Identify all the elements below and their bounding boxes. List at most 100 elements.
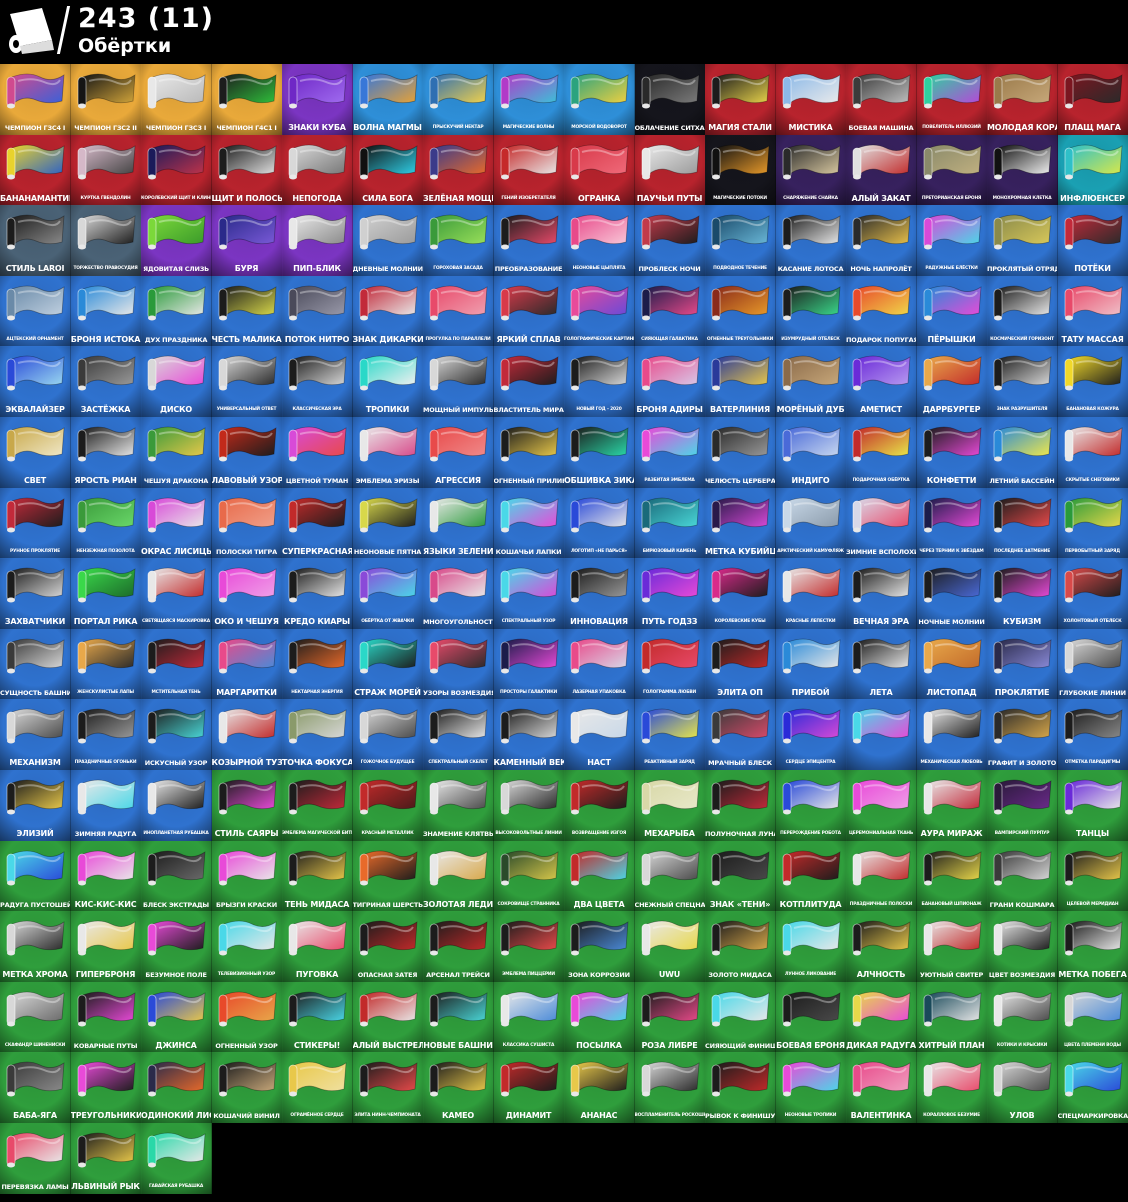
wrap-tile[interactable]: МОНОХРОМНАЯ КЛЕТКА bbox=[987, 134, 1058, 206]
wrap-tile[interactable] bbox=[846, 699, 917, 771]
wrap-tile[interactable]: МЕХАНИЧЕСКАЯ ЛЮБОВЬ bbox=[916, 699, 988, 771]
wrap-tile[interactable]: ПОДАРОК ПОПУГАЯ bbox=[846, 275, 917, 347]
wrap-tile[interactable]: ОГРАНКА bbox=[564, 134, 635, 206]
wrap-tile[interactable]: МЕХАРЫБА bbox=[634, 770, 706, 841]
wrap-tile[interactable]: ГЕНИЙ ИЗОБРЕТАТЕЛЯ bbox=[493, 134, 565, 206]
wrap-tile[interactable]: МНОГОУГОЛЬНОСТЬ bbox=[423, 558, 494, 630]
wrap-tile[interactable]: ЗИМНЯЯ РАДУГА bbox=[70, 770, 142, 841]
wrap-tile[interactable]: ПЕРЕВЯЗКА ЛАМЫ bbox=[0, 1123, 71, 1194]
wrap-tile[interactable]: ЧЕЛЮСТЬ ЦЕРБЕРА bbox=[705, 417, 776, 488]
wrap-tile[interactable]: ЛЕТА bbox=[846, 628, 917, 700]
wrap-tile[interactable]: МОЛОДАЯ КОРА bbox=[987, 64, 1058, 135]
wrap-tile[interactable]: КОШАЧЬИ ЛАПКИ bbox=[493, 487, 565, 559]
wrap-tile[interactable]: ОКРАС ЛИСИЦЫ bbox=[141, 487, 212, 559]
wrap-tile[interactable]: ЛЕТНИЙ БАССЕЙН bbox=[987, 417, 1058, 488]
wrap-tile[interactable]: БРОНЯ ИСТОКА bbox=[70, 275, 142, 347]
wrap-tile[interactable]: ВАЛЕНТИНКА bbox=[846, 1052, 917, 1124]
wrap-tile[interactable]: ЧЕРЕЗ ТЕРНИИ К ЗВЁЗДАМ bbox=[916, 487, 988, 559]
wrap-tile[interactable]: АГРЕССИЯ bbox=[423, 417, 494, 488]
wrap-tile[interactable]: КЛАССИЧЕСКАЯ ЭРА bbox=[282, 346, 353, 418]
wrap-tile[interactable]: КОЗЫРНОЙ ТУЗ bbox=[211, 699, 283, 771]
wrap-tile[interactable]: БАБА-ЯГА bbox=[0, 1052, 71, 1124]
wrap-tile[interactable]: КРАСНЫЕ ЛЕПЕСТКИ bbox=[775, 558, 847, 630]
wrap-tile[interactable]: ЗНАК «ТЕНИ» bbox=[705, 840, 776, 912]
wrap-tile[interactable]: КОСМИЧЕСКИЙ ГОРИЗОНТ bbox=[987, 275, 1058, 347]
wrap-tile[interactable]: НЕОНОВЫЕ ПЯТНА bbox=[352, 487, 424, 559]
wrap-tile[interactable]: МАГИЧЕСКИЕ ВОЛНЫ bbox=[493, 64, 565, 135]
wrap-tile[interactable]: СТИЛЬ LAROI bbox=[0, 205, 71, 277]
wrap-tile[interactable]: УЛОВ bbox=[987, 1052, 1058, 1124]
wrap-tile[interactable]: МАРГАРИТКИ bbox=[211, 628, 283, 700]
wrap-tile[interactable]: ТИГРИНАЯ ШЕРСТЬ bbox=[352, 840, 424, 912]
wrap-tile[interactable]: ПОДАРОЧНАЯ ОБЁРТКА bbox=[846, 417, 917, 488]
wrap-tile[interactable]: ИНОПЛАНЕТНАЯ РУБАШКА bbox=[141, 770, 212, 841]
wrap-tile[interactable]: РЫВОК К ФИНИШУ bbox=[705, 1052, 776, 1124]
wrap-tile[interactable]: ПОДВОДНОЕ ТЕЧЕНИЕ bbox=[705, 205, 776, 277]
wrap-tile[interactable]: МАГИЧЕСКИЕ ПОТОКИ bbox=[705, 134, 776, 206]
wrap-tile[interactable]: МАГИЯ СТАЛИ bbox=[705, 64, 776, 135]
wrap-tile[interactable]: ТОРЖЕСТВО ПРАВОСУДИЯ bbox=[70, 205, 142, 277]
wrap-tile[interactable]: ЗЕЛЁНАЯ МОЩЬ bbox=[423, 134, 494, 206]
wrap-tile[interactable]: ЦВЕТ ВОЗМЕЗДИЯ bbox=[987, 911, 1058, 983]
wrap-tile[interactable]: РАЗБИТАЯ ЭМБЛЕМА bbox=[634, 417, 706, 488]
wrap-tile[interactable]: ЛИСТОПАД bbox=[916, 628, 988, 700]
wrap-tile[interactable]: ДНЕВНЫЕ МОЛНИИ bbox=[352, 205, 424, 277]
wrap-tile[interactable]: ЯРОСТЬ РИАН bbox=[70, 417, 142, 488]
wrap-tile[interactable]: ГОРОХОВАЯ ЗАСАДА bbox=[423, 205, 494, 277]
wrap-tile[interactable]: СУЩНОСТЬ БАШНИ bbox=[0, 628, 71, 700]
wrap-tile[interactable]: ОБЁРТКА ОТ ЖВАЧКИ bbox=[352, 558, 424, 630]
wrap-tile[interactable]: ЧЕШУЯ ДРАКОНА bbox=[141, 417, 212, 488]
wrap-tile[interactable]: ДУХ ПРАЗДНИКА bbox=[141, 275, 212, 347]
wrap-tile[interactable]: ЧЕМПИОН ГЗС4 I bbox=[0, 64, 71, 135]
wrap-tile[interactable]: ПОТОК НИТРО bbox=[282, 275, 353, 347]
wrap-tile[interactable]: СУПЕРКРАСНАЯ bbox=[282, 487, 353, 559]
wrap-tile[interactable]: ПОСЫЛКА bbox=[564, 981, 635, 1053]
wrap-tile[interactable]: ЗАСТЁЖКА bbox=[70, 346, 142, 418]
wrap-tile[interactable]: НОЧЬ НАПРОЛЁТ bbox=[846, 205, 917, 277]
wrap-tile[interactable]: НЕОНОВЫЕ ЦЫПЛЯТА bbox=[564, 205, 635, 277]
wrap-tile[interactable]: ЗНАМЕНИЕ КЛЯТВЫ bbox=[423, 770, 494, 841]
wrap-tile[interactable]: ЦЕРЕМОНИАЛЬНАЯ ТКАНЬ bbox=[846, 770, 917, 841]
wrap-tile[interactable]: МОРСКОЙ ВОДОВОРОТ bbox=[564, 64, 635, 135]
wrap-tile[interactable]: МРАЧНЫЙ БЛЕСК bbox=[705, 699, 776, 771]
wrap-tile[interactable]: ДИНАМИТ bbox=[493, 1052, 565, 1124]
wrap-tile[interactable]: МИСТИКА bbox=[775, 64, 847, 135]
wrap-tile[interactable]: ХИТРЫЙ ПЛАН bbox=[916, 981, 988, 1053]
wrap-tile[interactable]: ЦВЕТНОЙ ТУМАН bbox=[282, 417, 353, 488]
wrap-tile[interactable]: СКРЫТЫЕ СНЕГОВИКИ bbox=[1057, 417, 1128, 488]
wrap-tile[interactable]: УНИВЕРСАЛЬНЫЙ ОТВЕТ bbox=[211, 346, 283, 418]
wrap-tile[interactable]: СИЛА БОГА bbox=[352, 134, 424, 206]
wrap-tile[interactable]: ПРОСТОРЫ ГАЛАКТИКИ bbox=[493, 628, 565, 700]
wrap-tile[interactable]: ЭМБЛЕМА МАГИЧЕСКОЙ БИТВЫ bbox=[282, 770, 353, 841]
wrap-tile[interactable]: ТОЧКА ФОКУСА bbox=[282, 699, 353, 771]
wrap-tile[interactable]: АРКТИЧЕСКИЙ КАМУФЛЯЖ bbox=[775, 487, 847, 559]
wrap-tile[interactable]: ЛАЗЕРНАЯ УПАКОВКА bbox=[564, 628, 635, 700]
wrap-tile[interactable]: МОРЁНЫЙ ДУБ bbox=[775, 346, 847, 418]
wrap-tile[interactable]: СНАРЯЖЕНИЕ СНАЙКА bbox=[775, 134, 847, 206]
wrap-tile[interactable]: СПЕЦМАРКИРОВКА bbox=[1057, 1052, 1128, 1124]
wrap-tile[interactable]: ЧЕМПИОН ГЗС3 I bbox=[141, 64, 212, 135]
wrap-tile[interactable]: ИНФЛЮЕНСЕР bbox=[1057, 134, 1128, 206]
wrap-tile[interactable]: ЧЕМПИОН ГЗС2 II bbox=[70, 64, 142, 135]
wrap-tile[interactable]: ЛАВОВЫЙ УЗОР bbox=[211, 417, 283, 488]
wrap-tile[interactable]: НЕПОГОДА bbox=[282, 134, 353, 206]
wrap-tile[interactable]: ОБШИВКА ЗИКА bbox=[564, 417, 635, 488]
wrap-tile[interactable]: НОЧНЫЕ МОЛНИИ bbox=[916, 558, 988, 630]
wrap-tile[interactable]: ОПАСНАЯ ЗАТЕЯ bbox=[352, 911, 424, 983]
wrap-tile[interactable]: ДИСКО bbox=[141, 346, 212, 418]
wrap-tile[interactable]: БРЫЗГИ КРАСКИ bbox=[211, 840, 283, 912]
wrap-tile[interactable]: ОГРАМЁННОЕ СЕРДЦЕ bbox=[282, 1052, 353, 1124]
wrap-tile[interactable]: ПРОКЛЯТИЕ bbox=[987, 628, 1058, 700]
wrap-tile[interactable]: БАНАНОВЫЙ ШПИОНАЖ bbox=[916, 840, 988, 912]
wrap-tile[interactable]: БЕЗУМНОЕ ПОЛЕ bbox=[141, 911, 212, 983]
wrap-tile[interactable]: ВАМПИРСКИЙ ПУРПУР bbox=[987, 770, 1058, 841]
wrap-tile[interactable]: СКАФАНДР ШИНЕНИСКИ bbox=[0, 981, 71, 1053]
wrap-tile[interactable]: КРАСНЫЙ МЕТАЛЛИК bbox=[352, 770, 424, 841]
wrap-tile[interactable]: НЕКТАРНАЯ ЭНЕРГИЯ bbox=[282, 628, 353, 700]
wrap-tile[interactable]: ЛОГОТИП «НЕ ПАРЬСЯ» bbox=[564, 487, 635, 559]
wrap-tile[interactable]: НАСТ bbox=[564, 699, 635, 771]
wrap-tile[interactable]: ГОЛОГРАММА ЛЮБВИ bbox=[634, 628, 706, 700]
wrap-tile[interactable]: ПЛАЩ МАГА bbox=[1057, 64, 1128, 135]
wrap-tile[interactable]: ПРАЗДНИЧНЫЕ ПОЛОСКИ bbox=[846, 840, 917, 912]
wrap-tile[interactable]: МЕХАНИЗМ bbox=[0, 699, 71, 771]
